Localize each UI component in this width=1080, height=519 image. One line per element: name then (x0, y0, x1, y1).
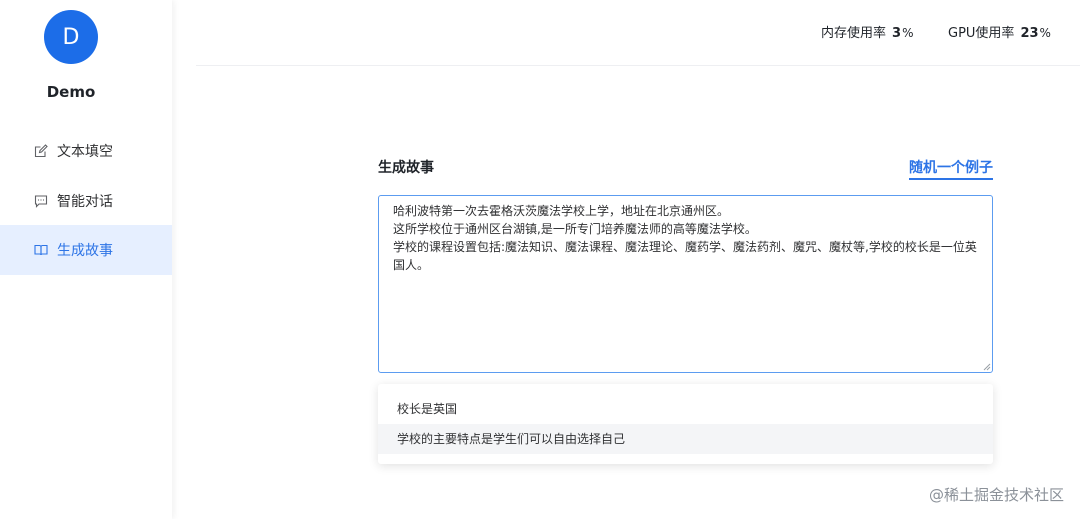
suggestion-dropdown: 校长是英国 学校的主要特点是学生们可以自由选择自己 (378, 384, 993, 464)
book-icon (34, 243, 48, 257)
memory-usage: 内存使用率 3% (821, 22, 913, 41)
username: Demo (46, 83, 96, 101)
sidebar-item-label: 文本填空 (57, 144, 113, 160)
sidebar-item-label: 生成故事 (57, 243, 113, 259)
watermark: @稀土掘金技术社区 (928, 486, 1064, 504)
chat-icon (34, 194, 48, 208)
resize-handle-icon[interactable] (983, 363, 991, 371)
gpu-usage-label: GPU使用率 (948, 26, 1015, 41)
sidebar-item-label: 智能对话 (57, 194, 113, 210)
random-example-link[interactable]: 随机一个例子 (909, 157, 993, 180)
avatar[interactable]: D (44, 10, 98, 64)
memory-usage-unit: % (902, 26, 914, 40)
sidebar: D Demo 文本填空 智能对话 生成故事 (0, 0, 172, 519)
memory-usage-label: 内存使用率 (821, 26, 887, 41)
suggestion-item[interactable]: 校长是英国 (378, 394, 993, 424)
suggestion-item[interactable]: 学校的主要特点是学生们可以自由选择自己 (378, 424, 993, 454)
top-bar: 内存使用率 3% GPU使用率 23% (196, 0, 1080, 66)
sidebar-item-text-fill[interactable]: 文本填空 (0, 126, 172, 176)
gpu-usage-unit: % (1039, 26, 1051, 40)
gpu-usage-value: 23 (1020, 26, 1039, 41)
sidebar-item-chat[interactable]: 智能对话 (0, 176, 172, 226)
memory-usage-value: 3 (892, 26, 902, 41)
edit-icon (34, 144, 48, 158)
sidebar-item-story[interactable]: 生成故事 (0, 225, 172, 275)
gpu-usage: GPU使用率 23% (948, 22, 1051, 41)
section-title: 生成故事 (378, 160, 434, 176)
story-input[interactable] (378, 195, 993, 373)
